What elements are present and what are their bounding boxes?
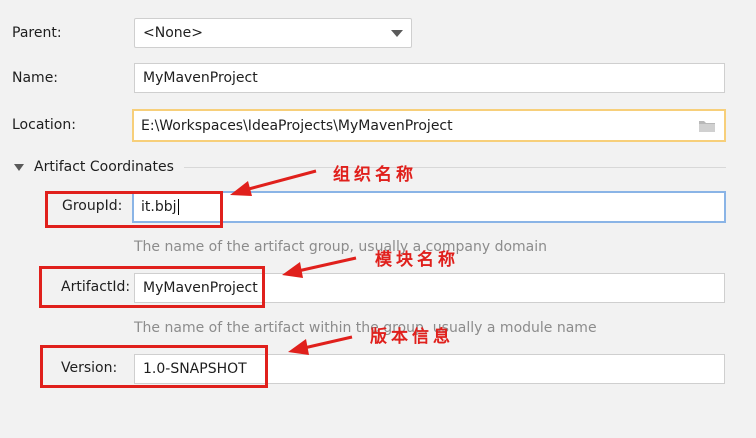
artifactid-hint: The name of the artifact within the grou… — [134, 320, 597, 336]
version-arrow — [303, 335, 353, 350]
location-field[interactable]: E:\Workspaces\IdeaProjects\MyMavenProjec… — [132, 109, 726, 142]
artifact-annotation: 模块名称 — [375, 250, 459, 270]
location-label: Location: — [12, 117, 76, 133]
new-project-form: Parent: <None> Name: MyMavenProject Loca… — [0, 0, 756, 438]
version-arrow-head — [288, 339, 309, 355]
version-highlight-box — [40, 345, 268, 388]
groupid-highlight-box — [45, 191, 223, 228]
name-field[interactable]: MyMavenProject — [134, 63, 725, 93]
parent-label: Parent: — [12, 25, 62, 41]
location-field-value: E:\Workspaces\IdeaProjects\MyMavenProjec… — [141, 117, 453, 134]
group-annotation: 组织名称 — [333, 165, 417, 185]
name-field-value: MyMavenProject — [143, 70, 258, 86]
version-annotation: 版本信息 — [370, 327, 454, 347]
name-label: Name: — [12, 70, 59, 86]
parent-select[interactable]: <None> — [134, 18, 412, 48]
artifact-arrow — [297, 256, 357, 273]
section-divider — [183, 166, 726, 168]
chevron-down-icon — [391, 30, 403, 37]
groupid-hint: The name of the artifact group, usually … — [134, 239, 547, 255]
section-title: Artifact Coordinates — [34, 159, 174, 175]
artifactid-highlight-box — [39, 266, 265, 308]
parent-select-value: <None> — [143, 25, 203, 41]
collapse-triangle-icon[interactable] — [14, 163, 24, 171]
folder-icon[interactable] — [698, 119, 716, 133]
